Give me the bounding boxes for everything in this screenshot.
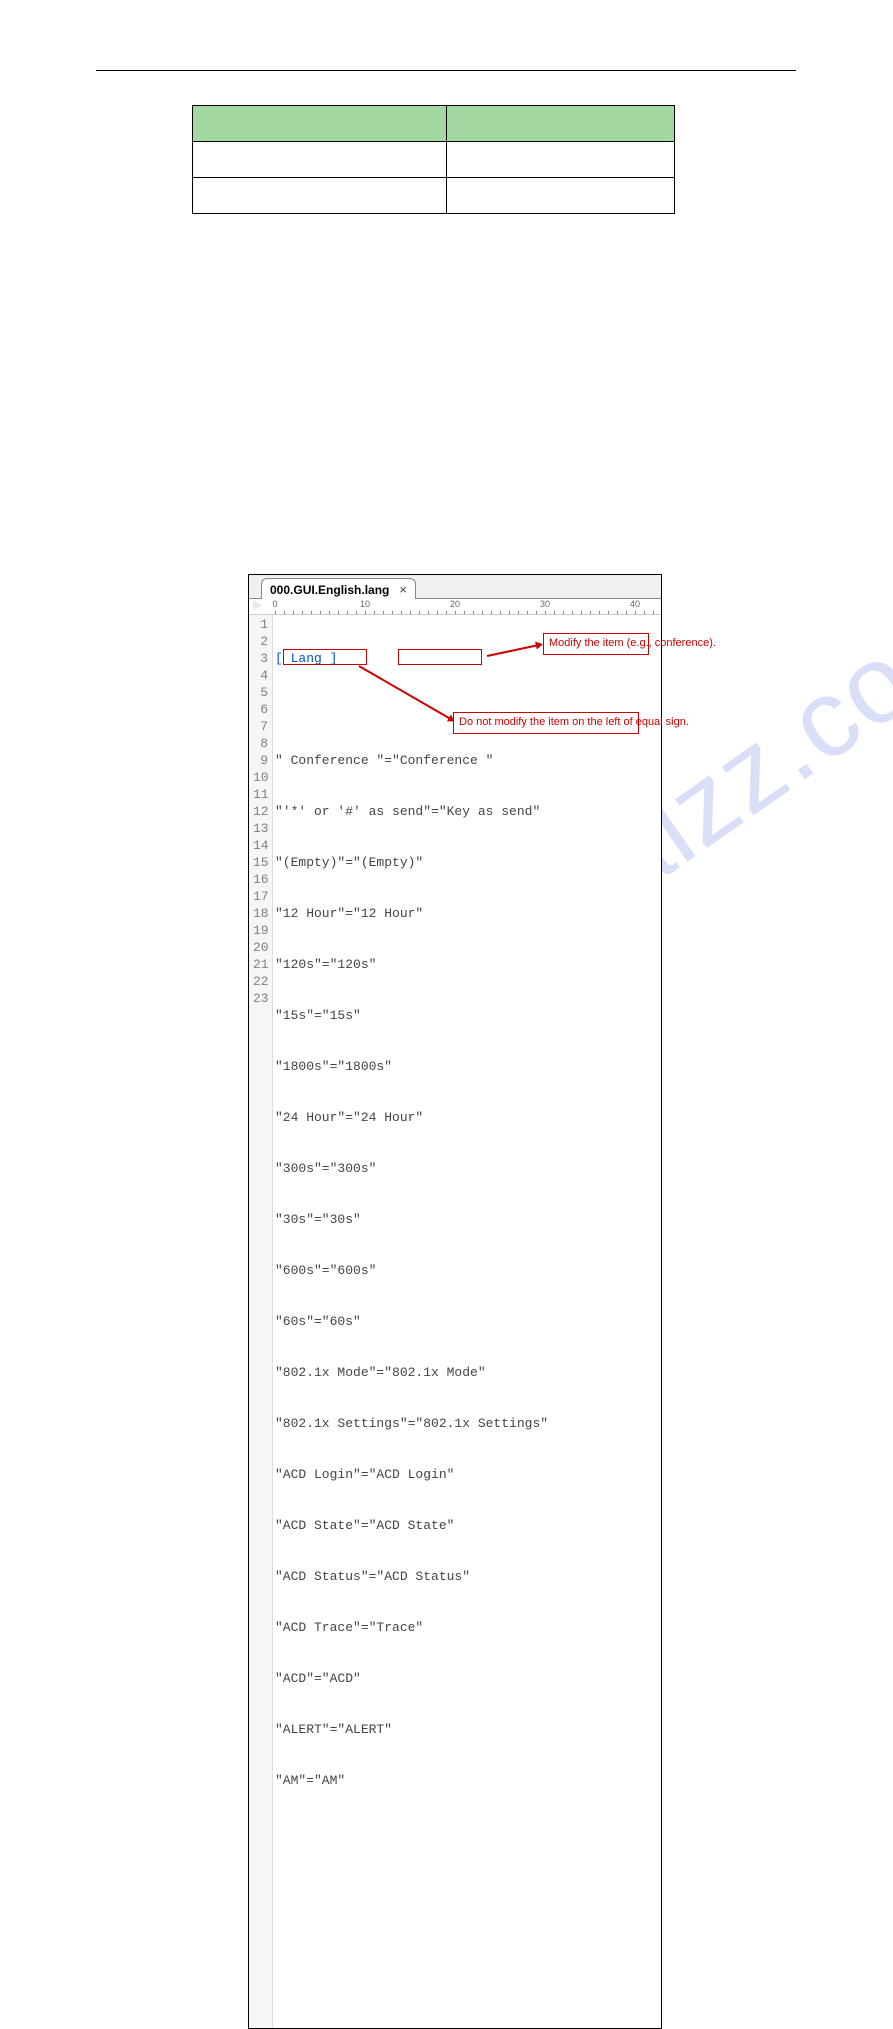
code-line: "ACD Trace"="Trace" xyxy=(275,1619,659,1636)
code-line: "ACD Login"="ACD Login" xyxy=(275,1466,659,1483)
editor-tab[interactable]: 000.GUI.English.lang × xyxy=(261,578,416,599)
code-line: "300s"="300s" xyxy=(275,1160,659,1177)
callout-modify: Modify the item (e.g., conference). xyxy=(543,633,649,655)
page-header-rule xyxy=(96,70,796,71)
ruler-label: 40 xyxy=(630,599,640,609)
editor-gutter: 1234567891011121314151617181920212223 xyxy=(249,615,273,2028)
code-line: "600s"="600s" xyxy=(275,1262,659,1279)
callout-do-not-modify: Do not modify the item on the left of eq… xyxy=(453,712,639,734)
table-header-col1 xyxy=(193,106,447,142)
text-editor-window: 000.GUI.English.lang × 0 10 20 30 40 123… xyxy=(248,574,662,2029)
editor-tab-title: 000.GUI.English.lang xyxy=(270,583,389,597)
table-header-col2 xyxy=(447,106,675,142)
code-line: "ACD Status"="ACD Status" xyxy=(275,1568,659,1585)
code-line: " Conference "="Conference " xyxy=(275,752,659,769)
code-line: "ALERT"="ALERT" xyxy=(275,1721,659,1738)
ruler-home-icon xyxy=(253,600,264,611)
editor-tab-bar: 000.GUI.English.lang × xyxy=(249,575,661,599)
ruler-label: 10 xyxy=(360,599,370,609)
code-line: "ACD State"="ACD State" xyxy=(275,1517,659,1534)
code-line: "1800s"="1800s" xyxy=(275,1058,659,1075)
table-row xyxy=(193,178,675,214)
code-line: "AM"="AM" xyxy=(275,1772,659,1789)
code-line: "802.1x Settings"="802.1x Settings" xyxy=(275,1415,659,1432)
ruler-label: 20 xyxy=(450,599,460,609)
editor-ruler: 0 10 20 30 40 xyxy=(249,599,661,615)
code-line: "15s"="15s" xyxy=(275,1007,659,1024)
code-line: "'*' or '#' as send"="Key as send" xyxy=(275,803,659,820)
code-line: "30s"="30s" xyxy=(275,1211,659,1228)
code-line: "(Empty)"="(Empty)" xyxy=(275,854,659,871)
editor-code-area[interactable]: 1234567891011121314151617181920212223 [ … xyxy=(249,615,661,2028)
code-line: "12 Hour"="12 Hour" xyxy=(275,905,659,922)
code-line: "60s"="60s" xyxy=(275,1313,659,1330)
editor-code[interactable]: [ Lang ] " Conference "="Conference " "'… xyxy=(273,615,661,2028)
code-line: "802.1x Mode"="802.1x Mode" xyxy=(275,1364,659,1381)
parameters-table xyxy=(192,105,675,214)
ruler-label: 0 xyxy=(272,599,277,609)
code-line: "ACD"="ACD" xyxy=(275,1670,659,1687)
table-row xyxy=(193,142,675,178)
close-icon[interactable]: × xyxy=(399,582,407,597)
code-line: "120s"="120s" xyxy=(275,956,659,973)
ruler-label: 30 xyxy=(540,599,550,609)
code-line: "24 Hour"="24 Hour" xyxy=(275,1109,659,1126)
